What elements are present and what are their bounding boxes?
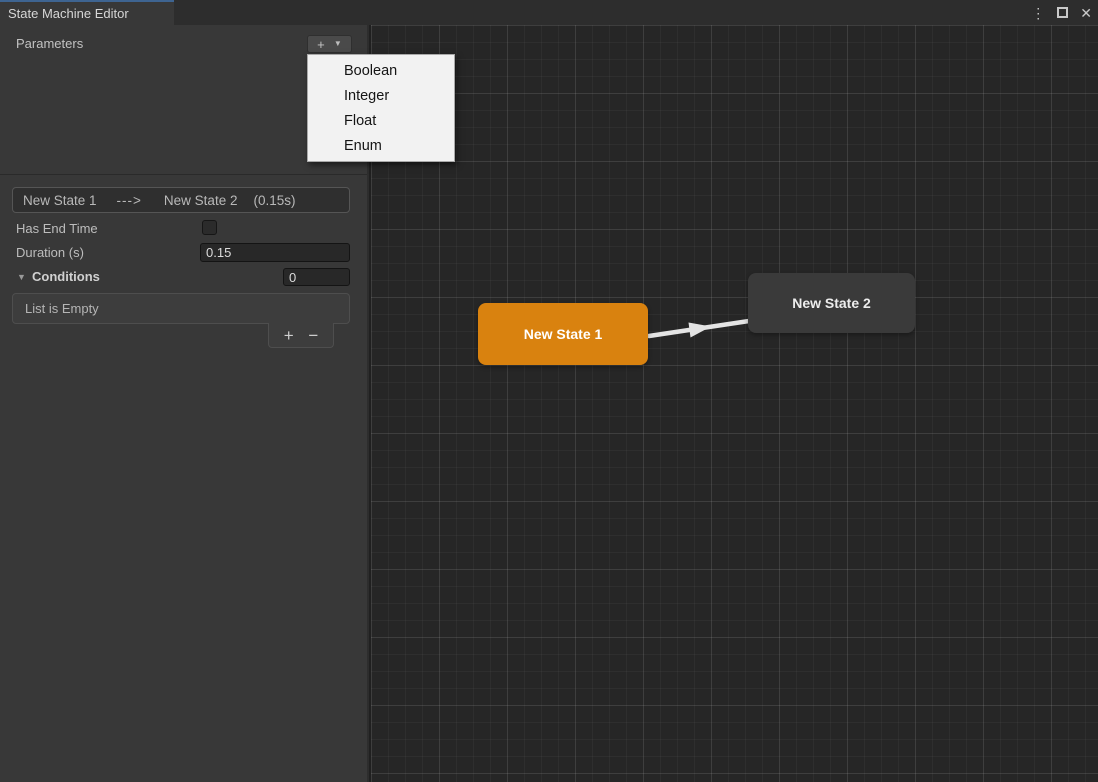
graph-canvas[interactable]: New State 1 New State 2 (369, 25, 1098, 782)
conditions-list-footer: + − (268, 323, 334, 348)
node-label: New State 2 (792, 295, 871, 311)
duration-label: Duration (s) (16, 245, 84, 260)
duration-input[interactable] (200, 243, 350, 262)
conditions-foldout[interactable]: Conditions (32, 269, 100, 284)
window-controls: ⋮ ✕ (1031, 0, 1092, 25)
close-icon[interactable]: ✕ (1080, 6, 1092, 20)
transition-header: New State 1 ---> New State 2 (0.15s) (12, 187, 350, 213)
menu-item-float[interactable]: Float (308, 108, 454, 133)
section-divider (0, 174, 367, 175)
has-end-time-label: Has End Time (16, 221, 98, 236)
menu-item-integer[interactable]: Integer (308, 83, 454, 108)
node-label: New State 1 (523, 326, 603, 342)
add-parameter-button[interactable]: + ▼ (307, 35, 352, 53)
transition-duration-tag: (0.15s) (253, 192, 296, 208)
state-node-new-state-1[interactable]: New State 1 (478, 303, 648, 365)
titlebar: State Machine Editor ⋮ ✕ (0, 0, 1098, 25)
menu-kebab-icon[interactable]: ⋮ (1031, 6, 1045, 20)
transition-from-state: New State 1 (23, 192, 97, 208)
list-empty-label: List is Empty (25, 301, 99, 316)
state-node-new-state-2[interactable]: New State 2 (748, 273, 915, 333)
menu-item-enum[interactable]: Enum (308, 133, 454, 158)
transition-edge (646, 318, 752, 339)
transition-arrow: ---> (116, 192, 142, 208)
menu-item-boolean[interactable]: Boolean (308, 58, 454, 83)
tab-title: State Machine Editor (8, 6, 129, 21)
parameter-type-menu: Boolean Integer Float Enum (307, 54, 455, 162)
add-condition-button[interactable]: + (284, 327, 294, 344)
plus-icon: + (317, 36, 325, 52)
edge-arrowhead-icon (688, 322, 711, 338)
foldout-triangle-icon[interactable]: ▼ (17, 272, 26, 282)
chevron-down-icon: ▼ (333, 39, 342, 48)
has-end-time-checkbox[interactable] (202, 220, 217, 235)
tab-state-machine-editor[interactable]: State Machine Editor (0, 0, 174, 25)
parameters-label: Parameters (16, 36, 84, 51)
maximize-icon[interactable] (1057, 7, 1069, 18)
transition-to-state: New State 2 (163, 192, 238, 208)
remove-condition-button[interactable]: − (308, 327, 318, 344)
conditions-count-input[interactable] (283, 268, 350, 286)
conditions-empty-list: List is Empty (12, 293, 350, 324)
state-machine-editor-window: State Machine Editor ⋮ ✕ Parameters + ▼ … (0, 0, 1098, 782)
